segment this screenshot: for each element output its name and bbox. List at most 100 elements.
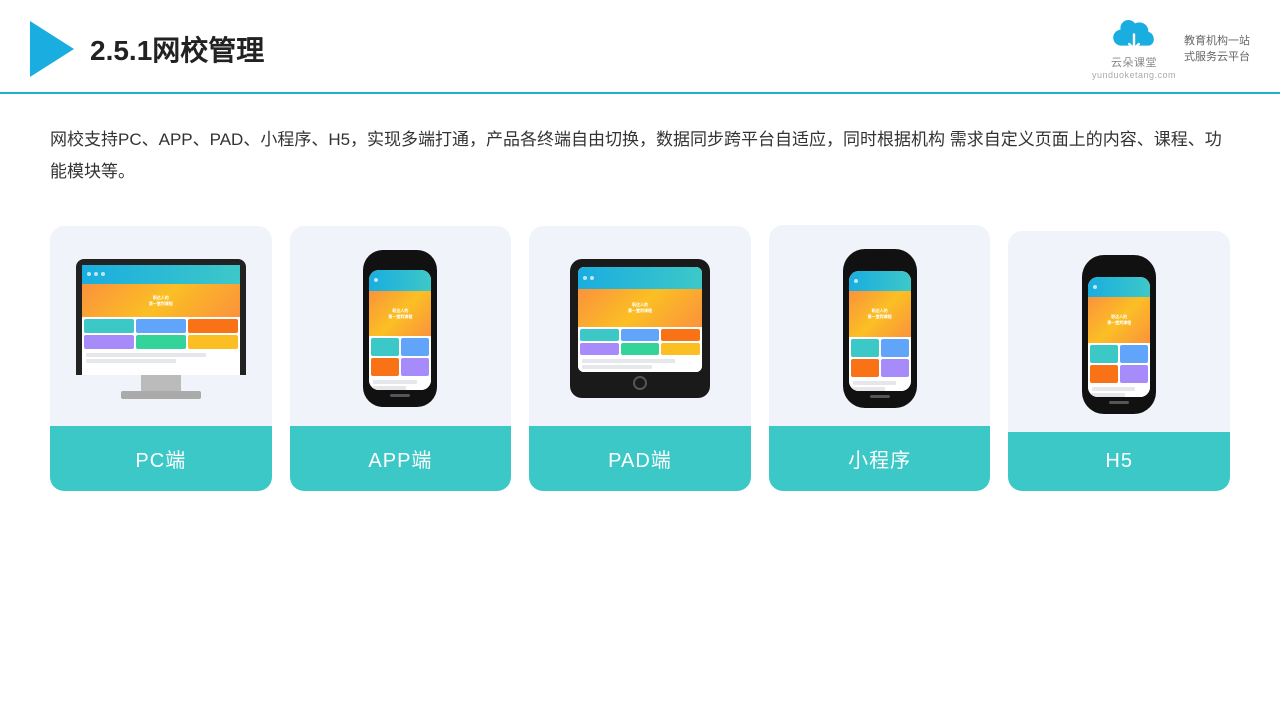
phone-mockup-h5: 职达人的第一堂判课程 <box>1082 255 1156 414</box>
card-pc-label: PC端 <box>50 426 272 491</box>
pad-dot1 <box>583 276 587 280</box>
pc-hero-text: 职达人的第一堂判课程 <box>149 295 173 307</box>
pad-grid-card-2 <box>621 329 660 341</box>
page-title: 2.5.1网校管理 <box>90 29 264 69</box>
h5-screen-grid <box>1088 343 1150 385</box>
pc-screen-header <box>82 265 240 285</box>
dot2 <box>94 272 98 276</box>
card-miniapp-image-area: 职达人的第一堂判课程 <box>769 225 991 426</box>
app-screen-grid <box>369 336 431 378</box>
h5-dot1 <box>1093 285 1097 289</box>
pad-row-1 <box>582 359 675 363</box>
brand-tagline-text: 教育机构一站 式服务云平台 <box>1184 33 1250 66</box>
miniapp-hero-text: 职达人的第一堂判课程 <box>868 308 892 320</box>
h5-screen-content: 职达人的第一堂判课程 <box>1088 277 1150 397</box>
card-h5-label: H5 <box>1008 432 1230 491</box>
phone-mockup-miniapp: 职达人的第一堂判课程 <box>843 249 917 408</box>
h5-grid-card-1 <box>1090 345 1118 363</box>
card-pc: 职达人的第一堂判课程 <box>50 226 272 491</box>
app-screen-content: 职达人的第一堂判课程 <box>369 270 431 390</box>
pc-row-1 <box>86 353 206 357</box>
pc-screen-grid <box>82 317 240 351</box>
card-pc-image-area: 职达人的第一堂判课程 <box>50 226 272 426</box>
card-h5: 职达人的第一堂判课程 <box>1008 231 1230 491</box>
phone-notch-miniapp <box>866 259 894 267</box>
pc-screen-hero: 职达人的第一堂判课程 <box>82 284 240 317</box>
phone-outer-h5: 职达人的第一堂判课程 <box>1082 255 1156 414</box>
card-pad: 职达人的第一堂判课程 <box>529 226 751 491</box>
description-text: 网校支持PC、APP、PAD、小程序、H5，实现多端打通，产品各终端自由切换，数… <box>50 124 1230 189</box>
pc-base <box>121 391 201 399</box>
dot1 <box>87 272 91 276</box>
card-app-label: APP端 <box>290 426 512 491</box>
main-content: 网校支持PC、APP、PAD、小程序、H5，实现多端打通，产品各终端自由切换，数… <box>0 94 1280 511</box>
miniapp-screen-hero: 职达人的第一堂判课程 <box>849 291 911 337</box>
phone-outer-miniapp: 职达人的第一堂判课程 <box>843 249 917 408</box>
pc-grid-card-5 <box>136 335 186 349</box>
h5-grid-card-4 <box>1120 365 1148 383</box>
pad-screen: 职达人的第一堂判课程 <box>578 267 702 372</box>
card-pad-image-area: 职达人的第一堂判课程 <box>529 226 751 426</box>
pc-screen-rows <box>82 351 240 365</box>
phone-home-app <box>390 394 410 397</box>
pad-screen-grid <box>578 327 702 357</box>
phone-screen-miniapp: 职达人的第一堂判课程 <box>849 271 911 391</box>
pad-grid-card-3 <box>661 329 700 341</box>
miniapp-dot1 <box>854 279 858 283</box>
pad-grid-card-1 <box>580 329 619 341</box>
miniapp-row-2 <box>853 387 885 391</box>
card-app: 职达人的第一堂判课程 <box>290 226 512 491</box>
pc-grid-card-2 <box>136 319 186 333</box>
h5-grid-card-3 <box>1090 365 1118 383</box>
app-screen-hero: 职达人的第一堂判课程 <box>369 291 431 337</box>
app-grid-card-3 <box>371 358 399 376</box>
pad-grid-card-6 <box>661 343 700 355</box>
dot3 <box>101 272 105 276</box>
header: 2.5.1网校管理 云朵课堂 yunduoketang.com 教育机构一站 式… <box>0 0 1280 94</box>
pad-home-btn <box>633 376 647 390</box>
phone-home-miniapp <box>870 395 890 398</box>
brand-name-text: 云朵课堂 <box>1111 54 1157 70</box>
cards-row: 职达人的第一堂判课程 <box>50 225 1230 491</box>
pad-grid-card-4 <box>580 343 619 355</box>
phone-mockup-app: 职达人的第一堂判课程 <box>363 250 437 407</box>
card-h5-image-area: 职达人的第一堂判课程 <box>1008 231 1230 432</box>
pad-dot2 <box>590 276 594 280</box>
pad-grid-card-5 <box>621 343 660 355</box>
phone-home-h5 <box>1109 401 1129 404</box>
h5-hero-text: 职达人的第一堂判课程 <box>1107 314 1131 326</box>
pad-screen-content: 职达人的第一堂判课程 <box>578 267 702 372</box>
phone-notch-h5 <box>1105 265 1133 273</box>
pad-hero-text: 职达人的第一堂判课程 <box>628 302 652 314</box>
app-hero-text: 职达人的第一堂判课程 <box>388 308 412 320</box>
h5-grid-card-2 <box>1120 345 1148 363</box>
miniapp-grid-card-1 <box>851 339 879 357</box>
pc-row-2 <box>86 359 176 363</box>
pc-grid-card-6 <box>188 335 238 349</box>
phone-notch-app <box>388 260 412 266</box>
app-row-1 <box>373 380 416 384</box>
miniapp-screen-header <box>849 271 911 292</box>
phone-outer-app: 职达人的第一堂判课程 <box>363 250 437 407</box>
miniapp-screen-content: 职达人的第一堂判课程 <box>849 271 911 391</box>
pc-grid-card-3 <box>188 319 238 333</box>
app-dot1 <box>374 278 378 282</box>
pad-outer: 职达人的第一堂判课程 <box>570 259 710 398</box>
card-pad-label: PAD端 <box>529 426 751 491</box>
app-grid-card-1 <box>371 338 399 356</box>
pc-screen-outer: 职达人的第一堂判课程 <box>76 259 246 375</box>
brand-url-text: yunduoketang.com <box>1092 70 1176 80</box>
miniapp-row-1 <box>853 381 896 385</box>
card-miniapp: 职达人的第一堂判课程 <box>769 225 991 491</box>
pc-screen-content: 职达人的第一堂判课程 <box>82 265 240 375</box>
miniapp-screen-rows <box>849 379 911 391</box>
phone-screen-app: 职达人的第一堂判课程 <box>369 270 431 390</box>
miniapp-grid-card-4 <box>881 359 909 377</box>
pad-screen-hero: 职达人的第一堂判课程 <box>578 289 702 327</box>
app-screen-rows <box>369 378 431 390</box>
app-row-2 <box>373 386 405 390</box>
phone-screen-h5: 职达人的第一堂判课程 <box>1088 277 1150 397</box>
h5-row-1 <box>1092 387 1135 391</box>
card-miniapp-label: 小程序 <box>769 426 991 491</box>
app-screen-header <box>369 270 431 291</box>
